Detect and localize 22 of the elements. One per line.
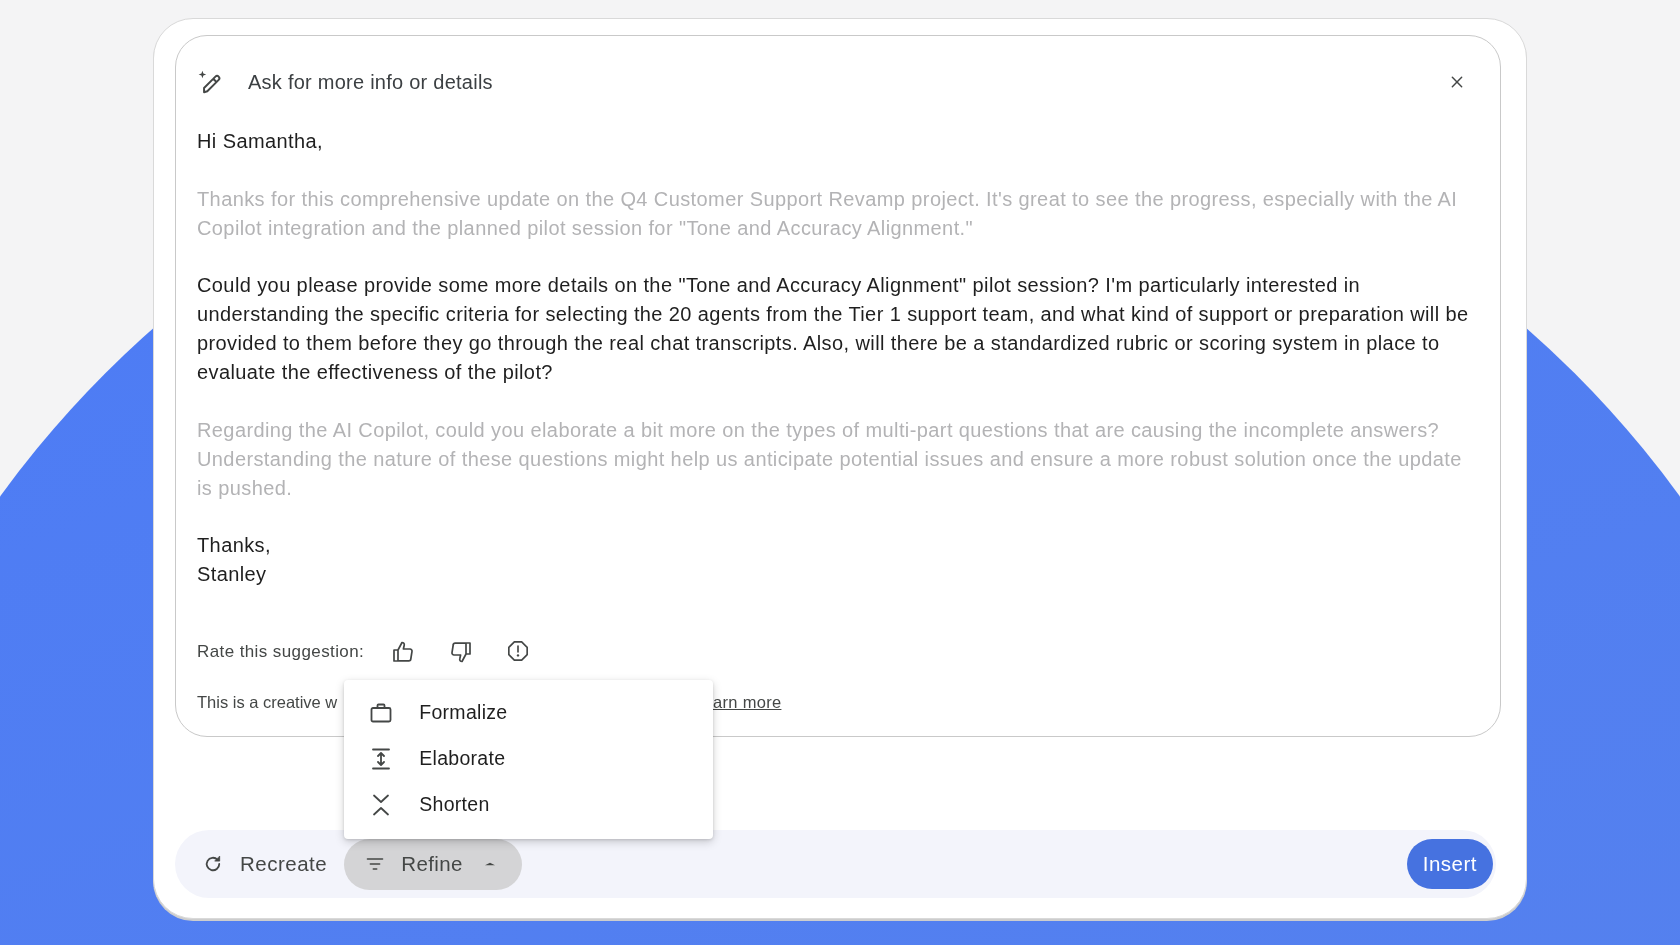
menu-item[interactable]: Elaborate <box>344 735 714 782</box>
message-paragraph: Regarding the AI Copilot, could you elaborate a bit more on the types of multi-part questions that are causing the incomplete answers? Understanding the nature of these questions might help us anticipate potential issues and ensure a more robust solution once the update is pushed. <box>197 417 1463 501</box>
dialog-title: Ask for more info or details <box>248 70 493 94</box>
refresh-icon <box>203 854 223 874</box>
close-icon <box>1449 74 1465 90</box>
exclamation-octagon-icon <box>507 640 530 662</box>
sparkle-pencil-icon <box>197 69 223 95</box>
message-paragraph: Thanks for this comprehensive update on the Q4 Customer Support Revamp project. It's great to see the progress, especially with the AI Copilot integration and the planned pilot session for "Tone and Accuracy Alignment." <box>197 186 1459 241</box>
message-paragraph: Could you please provide some more details on the "Tone and Accuracy Alignment" pilot session? I'm particularly interested in understanding the specific criteria for selecting the 20 agents from the Tier 1 support team, and what kind of support or preparation will be provided to them before they go through the real chat transcripts. Also, will there be a standardized rubric or scoring system in place to evaluate the effectiveness of the pilot? <box>197 273 1470 385</box>
disclaimer-text: This is a creative w <box>197 692 338 712</box>
insert-button[interactable]: Insert <box>1406 839 1493 889</box>
sign-off-text: Stanley <box>197 562 267 587</box>
menu-item[interactable]: Formalize <box>344 689 714 736</box>
disclaimer-link[interactable]: arn more <box>713 692 782 712</box>
sign-off-text: Thanks, <box>197 533 271 558</box>
recreate-button[interactable]: Recreate <box>185 838 345 890</box>
refine-button[interactable]: Refine <box>344 838 522 890</box>
rating-label: Rate this suggestion: <box>197 642 365 662</box>
thumbs-up-icon <box>391 640 416 664</box>
thumbs-down-icon <box>449 640 474 664</box>
message-paragraph: Hi Samantha, <box>197 129 324 154</box>
menu-item[interactable]: Shorten <box>344 781 714 828</box>
